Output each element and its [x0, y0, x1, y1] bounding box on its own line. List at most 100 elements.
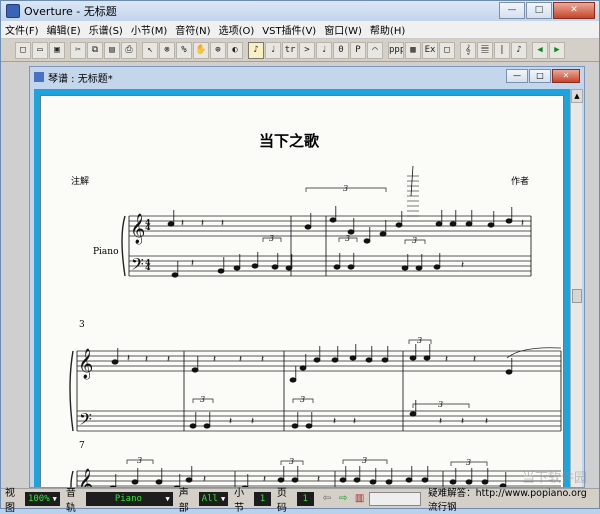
- slur-icon[interactable]: ⌒: [367, 42, 383, 59]
- scroll-thumb[interactable]: [572, 289, 582, 303]
- maximize-button[interactable]: □: [526, 2, 552, 19]
- rest: 𝄽: [251, 416, 254, 427]
- rest: 𝄽: [317, 474, 320, 485]
- score-window-title: 琴谱 : 无标题*: [48, 73, 113, 85]
- chevron-down-icon: ▼: [52, 494, 57, 503]
- menu-item[interactable]: 帮助(H): [370, 22, 405, 37]
- pedal-icon[interactable]: P: [350, 42, 366, 59]
- note-head: [421, 477, 429, 483]
- voice-select[interactable]: All ▼: [198, 491, 229, 506]
- grace-note-icon[interactable]: ♩: [265, 42, 281, 59]
- treble-clef-icon[interactable]: 𝄞: [460, 42, 476, 59]
- treble-clef: 𝄞: [78, 348, 93, 380]
- forward-arrow-icon[interactable]: ⇨: [336, 492, 350, 506]
- box-icon[interactable]: □: [439, 42, 455, 59]
- expr-icon[interactable]: Ex: [422, 42, 438, 59]
- note-head: [465, 221, 473, 227]
- hand-icon[interactable]: ✋: [193, 42, 209, 59]
- minimize-button[interactable]: —: [499, 2, 525, 19]
- menu-item[interactable]: 选项(O): [219, 22, 255, 37]
- quarter-note-icon[interactable]: ♩: [316, 42, 332, 59]
- note-head: [369, 479, 377, 485]
- rest: 𝄽: [521, 218, 524, 229]
- cut-icon[interactable]: ✂: [70, 42, 86, 59]
- menu-item[interactable]: 文件(F): [5, 22, 39, 37]
- annotation-label[interactable]: 注解: [71, 175, 89, 187]
- menu-item[interactable]: VST插件(V): [262, 22, 316, 37]
- score-svg[interactable]: 当下之歌 注解 作者 Piano 3 7 𝄞𝄢4444𝄽 𝄽 𝄽3𝄽𝄽3 3 3𝄽𝄞𝄢𝄽…: [41, 96, 565, 487]
- score-canvas[interactable]: 当下之歌 注解 作者 Piano 3 7 𝄞 𝄢 4 4 4 4 𝄽 𝄽 𝄽 3 𝄽 𝄽 3 3 3 𝄽 𝄞 𝄢 𝄽…: [34, 89, 570, 487]
- play-icon[interactable]: ▶: [549, 42, 565, 59]
- note-head: [401, 265, 409, 271]
- chord-grid-icon[interactable]: ▦: [405, 42, 421, 59]
- note-head: [433, 264, 441, 270]
- track-value: Piano: [114, 493, 142, 504]
- erase-icon[interactable]: ⊗: [159, 42, 175, 59]
- slur: [506, 347, 562, 359]
- track-select[interactable]: Piano ▼: [85, 491, 173, 506]
- note-head: [251, 263, 259, 269]
- note-head: [217, 268, 225, 274]
- menu-item[interactable]: 音符(N): [175, 22, 210, 37]
- menu-item[interactable]: 窗口(W): [324, 22, 362, 37]
- note-head: [155, 479, 163, 485]
- staff-icon[interactable]: 𝄚: [477, 42, 493, 59]
- pointer-icon[interactable]: ↖: [142, 42, 158, 59]
- note-head: [331, 357, 339, 363]
- scroll-up-arrow-icon[interactable]: ▲: [571, 89, 583, 103]
- child-close-button[interactable]: ✕: [552, 69, 580, 83]
- percent-icon[interactable]: %: [176, 42, 192, 59]
- eighth-note-icon[interactable]: ♪: [248, 42, 264, 59]
- close-button[interactable]: ✕: [553, 2, 595, 19]
- mdi-workspace: 琴谱 : 无标题* — □ ✕ 当下之歌 注解 作者 Piano 3 7 𝄞 𝄢…: [1, 63, 599, 488]
- zoom-icon[interactable]: ⊕: [210, 42, 226, 59]
- help-text: 疑难解答：http://www.popiano.org 流行钢: [428, 487, 587, 513]
- back-arrow-icon[interactable]: ⇦: [320, 492, 334, 506]
- menu-item[interactable]: 小节(M): [131, 22, 167, 37]
- rewind-icon[interactable]: ◀: [532, 42, 548, 59]
- voice-label: 声部: [178, 487, 189, 514]
- keyboard-icon[interactable]: ▥: [352, 492, 366, 506]
- score-page[interactable]: 当下之歌 注解 作者 Piano 3 7 𝄞 𝄢 4 4 4 4 𝄽 𝄽 𝄽 3 𝄽 𝄽 3 3 3 𝄽 𝄞 𝄢 𝄽…: [40, 95, 564, 487]
- rest: 𝄽: [167, 354, 170, 365]
- note-head: [505, 369, 513, 375]
- page-field[interactable]: 1: [296, 491, 314, 506]
- application-window: Overture - 无标题 — □ ✕ 文件(F) 编辑(E) 乐谱(S) 小节(M…: [0, 0, 600, 514]
- instrument-label[interactable]: Piano: [93, 247, 119, 257]
- accent-icon[interactable]: >: [299, 42, 315, 59]
- menu-item[interactable]: 乐谱(S): [89, 22, 123, 37]
- new-icon[interactable]: □: [15, 42, 31, 59]
- staff-systems[interactable]: 𝄞𝄢4444𝄽 𝄽 𝄽3𝄽𝄽3 3 3𝄽𝄞𝄢𝄽 𝄽 𝄽 𝄽 𝄽 𝄽3𝄽 𝄽3𝄽 𝄽3𝄽 𝄽3𝄽 𝄽 𝄽𝄞3𝄽…: [69, 165, 562, 487]
- zero-icon[interactable]: 0: [333, 42, 349, 59]
- dynamics-icon[interactable]: ppp: [388, 42, 404, 59]
- rest: 𝄽: [485, 416, 488, 427]
- menu-item[interactable]: 编辑(E): [47, 22, 81, 37]
- copy-icon[interactable]: ⧉: [87, 42, 103, 59]
- bar-icon[interactable]: |: [494, 42, 510, 59]
- child-maximize-button[interactable]: □: [529, 69, 551, 83]
- trill-icon[interactable]: tr: [282, 42, 298, 59]
- measure-field[interactable]: 1: [254, 491, 271, 506]
- note-head: [339, 477, 347, 483]
- note-head: [435, 221, 443, 227]
- save-icon[interactable]: ▣: [49, 42, 65, 59]
- rest: 𝄽: [221, 218, 224, 229]
- paste-icon[interactable]: ▤: [104, 42, 120, 59]
- treble-clef: 𝄞: [130, 213, 145, 245]
- color-icon[interactable]: ◐: [227, 42, 243, 59]
- bass-clef: 𝄢: [131, 254, 144, 278]
- zoom-select[interactable]: 100% ▼: [24, 491, 60, 506]
- vertical-scrollbar[interactable]: ▲: [570, 89, 583, 487]
- triplet-number: 3: [269, 234, 274, 243]
- rest: 𝄽: [203, 474, 206, 485]
- print-icon[interactable]: ⎙: [121, 42, 137, 59]
- note-tool-icon[interactable]: ♪: [511, 42, 527, 59]
- score-window-title-bar: 琴谱 : 无标题* — □ ✕: [30, 67, 584, 87]
- note-head: [111, 359, 119, 365]
- open-icon[interactable]: ▭: [32, 42, 48, 59]
- note-head: [405, 477, 413, 483]
- score-title[interactable]: 当下之歌: [259, 132, 320, 150]
- child-minimize-button[interactable]: —: [506, 69, 528, 83]
- note-head: [185, 477, 193, 483]
- composer-label[interactable]: 作者: [511, 175, 529, 187]
